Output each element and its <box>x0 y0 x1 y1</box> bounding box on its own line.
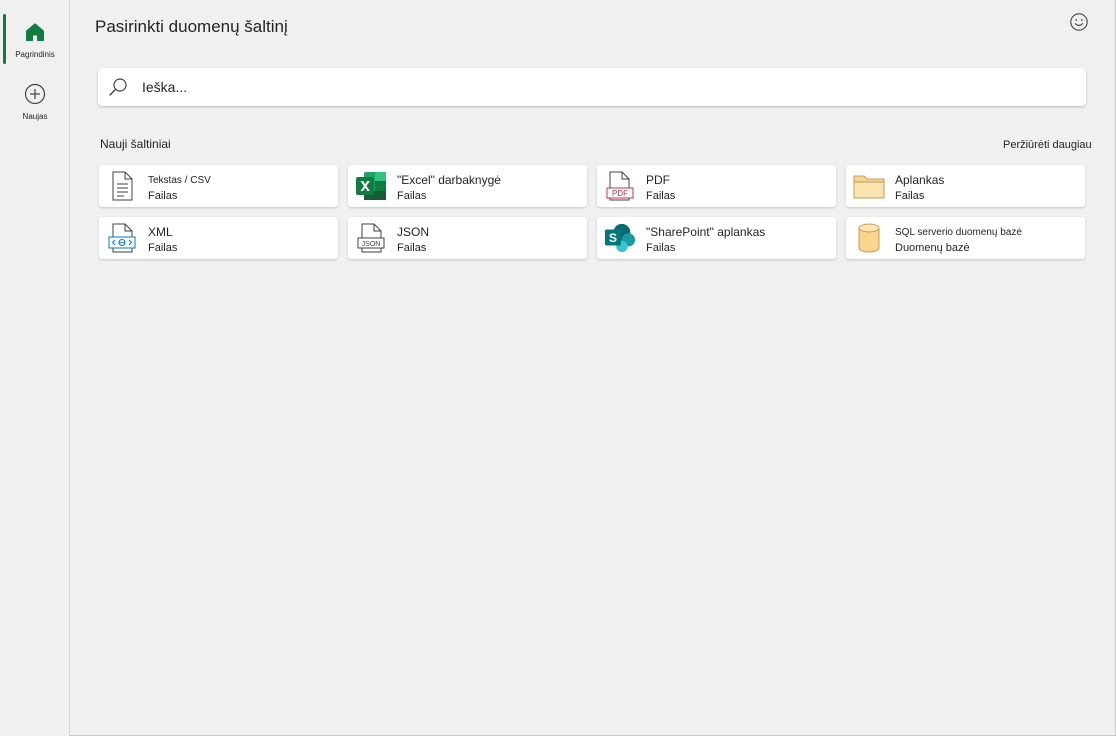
source-name: Tekstas / CSV <box>148 175 211 186</box>
source-name: "Excel" darbaknygė <box>397 173 501 187</box>
source-name: SQL serverio duomenų bazė <box>895 227 1022 238</box>
text-file-icon <box>106 170 138 202</box>
source-card-xml[interactable]: XML Failas <box>99 217 338 259</box>
search-box[interactable] <box>98 68 1086 106</box>
left-nav-rail: Pagrindinis Naujas <box>0 0 70 736</box>
app-window: Pagrindinis Naujas Pasirinkti duomenų ša… <box>0 0 1116 736</box>
source-grid: Tekstas / CSV Failas "Excel" darbaknygė … <box>99 165 1086 260</box>
xml-file-icon <box>106 222 138 254</box>
source-type: Failas <box>148 190 178 202</box>
folder-icon <box>853 170 885 202</box>
source-card-json[interactable]: JSON JSON Failas <box>348 217 587 259</box>
home-icon <box>23 20 47 44</box>
source-type: Failas <box>895 190 925 202</box>
nav-home[interactable]: Pagrindinis <box>0 14 70 64</box>
svg-text:PDF: PDF <box>612 189 628 198</box>
source-card-folder[interactable]: Aplankas Failas <box>846 165 1085 207</box>
source-name: PDF <box>646 173 670 187</box>
source-name: "SharePoint" aplankas <box>646 225 766 239</box>
source-type: Failas <box>397 242 427 254</box>
pdf-icon: PDF <box>604 170 636 202</box>
see-more-link[interactable]: Peržiūrėti daugiau <box>1003 139 1092 151</box>
nav-home-label: Pagrindinis <box>15 50 55 59</box>
source-type: Duomenų bazė <box>895 242 970 254</box>
page-title: Pasirinkti duomenų šaltinį <box>95 17 288 36</box>
source-type: Failas <box>646 190 676 202</box>
plus-circle-icon <box>23 82 47 106</box>
nav-new-label: Naujas <box>22 112 48 121</box>
smiley-feedback-icon[interactable] <box>1069 12 1089 32</box>
search-icon <box>108 77 128 97</box>
svg-text:S: S <box>609 231 617 245</box>
json-file-icon: JSON <box>355 222 387 254</box>
excel-icon <box>355 170 387 202</box>
source-card-excel[interactable]: "Excel" darbaknygė Failas <box>348 165 587 207</box>
source-card-pdf[interactable]: PDF PDF Failas <box>597 165 836 207</box>
source-card-sharepoint[interactable]: S "SharePoint" aplankas Failas <box>597 217 836 259</box>
nav-new[interactable]: Naujas <box>0 76 70 126</box>
sharepoint-icon: S <box>604 222 636 254</box>
source-type: Failas <box>148 242 178 254</box>
source-type: Failas <box>397 190 427 202</box>
database-icon <box>853 222 885 254</box>
source-name: XML <box>148 225 173 239</box>
search-input[interactable] <box>142 68 1042 106</box>
source-type: Failas <box>646 242 676 254</box>
svg-text:JSON: JSON <box>362 241 381 248</box>
source-card-sql-server[interactable]: SQL serverio duomenų bazė Duomenų bazė <box>846 217 1085 259</box>
source-name: Aplankas <box>895 173 945 187</box>
section-title: Nauji šaltiniai <box>100 137 171 151</box>
source-card-text-csv[interactable]: Tekstas / CSV Failas <box>99 165 338 207</box>
source-name: JSON <box>397 225 430 239</box>
